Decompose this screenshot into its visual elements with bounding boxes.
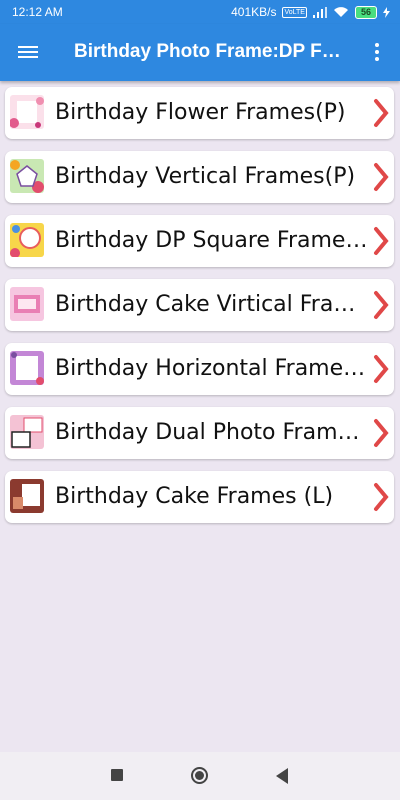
list-item[interactable]: Birthday Cake Virtical Frames(P) (5, 279, 394, 331)
circle-home-icon[interactable] (191, 767, 208, 784)
chevron-right-icon (374, 419, 389, 447)
chevron-right-icon (374, 355, 389, 383)
list-item[interactable]: Birthday Dual Photo Frame(L) (5, 407, 394, 459)
app-title: Birthday Photo Frame:DP Frame (74, 41, 346, 62)
battery-indicator: 56 (354, 5, 377, 19)
cake-frame-thumbnail (10, 479, 44, 513)
list-item[interactable]: Birthday Vertical Frames(P) (5, 151, 394, 203)
list-item-label: Birthday Dual Photo Frame(L) (55, 420, 373, 445)
list-item-label: Birthday Horizontal Frames(L) (55, 356, 373, 381)
cake-vertical-frame-thumbnail (10, 287, 44, 321)
vertical-frame-thumbnail (10, 159, 44, 193)
list-item[interactable]: Birthday Flower Frames(P) (5, 87, 394, 139)
list-item[interactable]: Birthday Cake Frames (L) (5, 471, 394, 523)
chevron-right-icon (374, 99, 389, 127)
dual-photo-frame-thumbnail (10, 415, 44, 449)
more-vert-icon[interactable] (372, 43, 382, 63)
list-item-label: Birthday Vertical Frames(P) (55, 164, 356, 189)
charging-icon (383, 6, 390, 18)
list-item[interactable]: Birthday DP Square Frame(P) (5, 215, 394, 267)
horizontal-frame-thumbnail (10, 351, 44, 385)
network-speed: 401KB/s (231, 5, 277, 19)
triangle-back-icon[interactable] (276, 768, 288, 784)
chevron-right-icon (374, 163, 389, 191)
status-bar: 12:12 AM 401KB/s VoLTE 56 (0, 0, 400, 24)
hamburger-menu-icon[interactable] (18, 43, 40, 61)
list-item-label: Birthday DP Square Frame(P) (55, 228, 373, 253)
status-time: 12:12 AM (12, 5, 63, 19)
volte-badge: VoLTE (282, 6, 307, 18)
status-indicators: 401KB/s VoLTE 56 (231, 5, 390, 19)
frame-category-list: Birthday Flower Frames(P) Birthday Verti… (5, 87, 394, 535)
chevron-right-icon (374, 227, 389, 255)
flower-frame-thumbnail (10, 95, 44, 129)
list-item[interactable]: Birthday Horizontal Frames(L) (5, 343, 394, 395)
square-recents-icon[interactable] (111, 769, 123, 781)
list-item-label: Birthday Cake Frames (L) (55, 484, 334, 509)
dp-square-frame-thumbnail (10, 223, 44, 257)
system-nav-bar (0, 752, 400, 800)
wifi-icon (333, 7, 348, 17)
list-item-label: Birthday Cake Virtical Frames(P) (55, 292, 373, 317)
chevron-right-icon (374, 483, 389, 511)
app-bar: Birthday Photo Frame:DP Frame (0, 24, 400, 81)
signal-icon (312, 6, 327, 18)
chevron-right-icon (374, 291, 389, 319)
list-item-label: Birthday Flower Frames(P) (55, 100, 346, 125)
